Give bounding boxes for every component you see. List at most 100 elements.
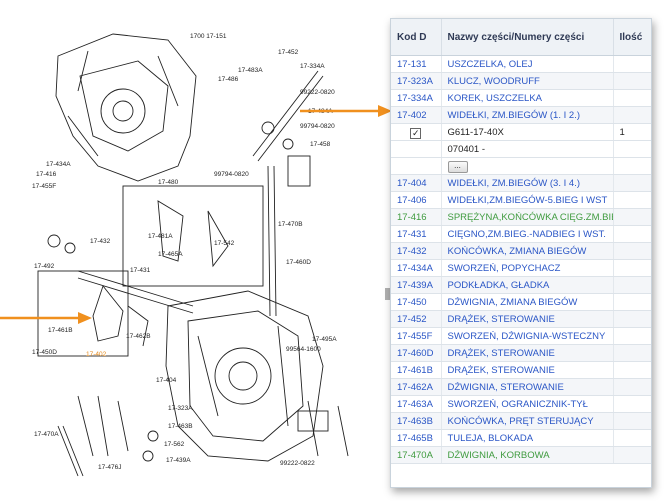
row-name[interactable]: CIĘGNO,ZM.BIEG.-NADBIEG I WST. (441, 225, 614, 243)
row-name[interactable]: DŹWIGNIA, STEROWANIE (441, 378, 614, 396)
row-name[interactable]: KOŃCÓWKA, PRĘT STERUJĄCY (441, 412, 614, 430)
table-row[interactable]: 17-463B KOŃCÓWKA, PRĘT STERUJĄCY (391, 412, 651, 430)
part-qty: 1 (613, 123, 651, 141)
part-pointer-arrow (0, 312, 92, 324)
table-row[interactable]: 17-334A KOREK, USZCZELKA (391, 89, 651, 107)
row-code[interactable]: 17-334A (391, 89, 442, 107)
row-code[interactable]: 17-431 (391, 225, 442, 243)
row-name[interactable]: DŹWIGNIA, ZMIANA BIEGÓW (441, 293, 614, 311)
row-qty (613, 89, 651, 107)
row-code[interactable]: 17-452 (391, 310, 442, 328)
row-name[interactable]: TULEJA, BLOKADA (441, 429, 614, 447)
header-code[interactable]: Kod D (391, 19, 442, 56)
table-row[interactable]: 17-461B DRĄŻEK, STEROWANIE (391, 361, 651, 379)
part-select-cell[interactable]: ✓ (391, 123, 442, 141)
row-code[interactable]: 17-455F (391, 327, 442, 345)
table-row[interactable]: 17-416 SPRĘŻYNA,KOŃCÓWKA CIĘG.ZM.BIEG (391, 208, 651, 226)
label-17492: 17-492 (34, 263, 55, 270)
more-button[interactable]: ... (447, 160, 468, 173)
table-row[interactable]: 17-460D DRĄŻEK, STEROWANIE (391, 344, 651, 362)
row-qty (613, 327, 651, 345)
label-17461b: 17-461B (48, 327, 73, 334)
row-qty (613, 293, 651, 311)
row-qty (613, 412, 651, 430)
row-code[interactable]: 17-463B (391, 412, 442, 430)
row-qty (613, 395, 651, 413)
row-qty (613, 344, 651, 362)
row-name[interactable]: DRĄŻEK, STEROWANIE (441, 361, 614, 379)
table-row[interactable]: 17-404 WIDEŁKI, ZM.BIEGÓW (3. I 4.) (391, 174, 651, 192)
row-name[interactable]: USZCZELKA, OLEJ (441, 55, 614, 73)
label-17495a: 17-495A (312, 336, 337, 343)
row-qty (613, 361, 651, 379)
header-qty[interactable]: Ilość (613, 19, 651, 56)
label-17323a: 17-323A (168, 405, 193, 412)
row-qty (613, 259, 651, 277)
parts-table: Kod D Nazwy części/Numery części Ilość 1… (391, 19, 651, 464)
row-code[interactable]: 17-131 (391, 55, 442, 73)
row-name[interactable]: DRĄŻEK, STEROWANIE (441, 310, 614, 328)
row-name[interactable]: SWORZEŃ, OGRANICZNIK-TYŁ (441, 395, 614, 413)
table-row[interactable]: 17-452 DRĄŻEK, STEROWANIE (391, 310, 651, 328)
parts-diagram: 1700 17-151 17-452 17-334A 17-483A 17-48… (32, 33, 349, 477)
row-name[interactable]: SPRĘŻYNA,KOŃCÓWKA CIĘG.ZM.BIEG (441, 208, 614, 226)
header-name[interactable]: Nazwy części/Numery części (441, 19, 614, 56)
row-code[interactable]: 17-461B (391, 361, 442, 379)
table-row[interactable]: 17-439A PODKŁADKA, GŁADKA (391, 276, 651, 294)
row-code[interactable]: 17-470A (391, 446, 442, 464)
row-qty (613, 55, 651, 73)
row-name[interactable]: PODKŁADKA, GŁADKA (441, 276, 614, 294)
row-name[interactable]: DRĄŻEK, STEROWANIE (441, 344, 614, 362)
row-code[interactable]: 17-463A (391, 395, 442, 413)
row-name[interactable]: DŹWIGNIA, KORBOWA (441, 446, 614, 464)
table-row[interactable]: 17-470A DŹWIGNIA, KORBOWA (391, 446, 651, 464)
table-row[interactable]: 17-323A KLUCZ, WOODRUFF (391, 72, 651, 90)
row-name[interactable]: WIDEŁKI,ZM.BIEGÓW-5.BIEG I WST (441, 191, 614, 209)
row-qty (613, 191, 651, 209)
lineart (37, 33, 349, 477)
row-name[interactable]: WIDEŁKI, ZM.BIEGÓW (1. I 2.) (441, 106, 614, 124)
label-17462b: 17-462B (126, 333, 151, 340)
row-code[interactable]: 17-460D (391, 344, 442, 362)
table-row[interactable]: 17-465B TULEJA, BLOKADA (391, 429, 651, 447)
row-code[interactable]: 17-434A (391, 259, 442, 277)
table-row[interactable]: 17-406 WIDEŁKI,ZM.BIEGÓW-5.BIEG I WST (391, 191, 651, 209)
row-qty (613, 174, 651, 192)
part-checkbox[interactable]: ✓ (410, 127, 422, 139)
table-row[interactable]: 17-434A SWORZEŃ, POPYCHACZ (391, 259, 651, 277)
row-code[interactable]: 17-462A (391, 378, 442, 396)
row-code[interactable]: 17-402 (391, 106, 442, 124)
label-17476j: 17-476J (98, 464, 122, 471)
table-row[interactable]: 17-463A SWORZEŃ, OGRANICZNIK-TYŁ (391, 395, 651, 413)
row-code[interactable]: 17-450 (391, 293, 442, 311)
part-number: G611-17-40X (441, 123, 614, 141)
table-row[interactable]: 17-431 CIĘGNO,ZM.BIEG.-NADBIEG I WST. (391, 225, 651, 243)
row-name[interactable]: KLUCZ, WOODRUFF (441, 72, 614, 90)
label-17470a: 17-470A (34, 431, 59, 438)
label-17432: 17-432 (90, 238, 111, 245)
table-row[interactable]: 17-462A DŹWIGNIA, STEROWANIE (391, 378, 651, 396)
row-code[interactable]: 17-465B (391, 429, 442, 447)
row-code[interactable]: 17-416 (391, 208, 442, 226)
row-name[interactable]: KOREK, USZCZELKA (441, 89, 614, 107)
table-row-selected[interactable]: 17-402 WIDEŁKI, ZM.BIEGÓW (1. I 2.) (391, 106, 651, 124)
rows-after: 17-404 WIDEŁKI, ZM.BIEGÓW (3. I 4.) 17-406… (391, 174, 651, 464)
row-name[interactable]: WIDEŁKI, ZM.BIEGÓW (3. I 4.) (441, 174, 614, 192)
row-code[interactable]: 17-439A (391, 276, 442, 294)
table-row[interactable]: 17-432 KOŃCÓWKA, ZMIANA BIEGÓW (391, 242, 651, 260)
table-row[interactable]: 17-450 DŹWIGNIA, ZMIANA BIEGÓW (391, 293, 651, 311)
table-row[interactable]: 17-131 USZCZELKA, OLEJ (391, 55, 651, 73)
label-17404: 17-404 (156, 377, 177, 384)
row-code[interactable]: 17-404 (391, 174, 442, 192)
row-code[interactable]: 17-323A (391, 72, 442, 90)
row-code[interactable]: 17-432 (391, 242, 442, 260)
table-row[interactable]: 17-455F SWORZEŃ, DŹWIGNIA-WSTECZNY (391, 327, 651, 345)
row-qty (613, 208, 651, 226)
label-17460d: 17-460D (286, 259, 311, 266)
row-name[interactable]: SWORZEŃ, POPYCHACZ (441, 259, 614, 277)
part-range-row: 070401 - (391, 140, 651, 158)
label-17450d: 17-450D (32, 349, 57, 356)
row-code[interactable]: 17-406 (391, 191, 442, 209)
row-name[interactable]: KOŃCÓWKA, ZMIANA BIEGÓW (441, 242, 614, 260)
row-name[interactable]: SWORZEŃ, DŹWIGNIA-WSTECZNY (441, 327, 614, 345)
